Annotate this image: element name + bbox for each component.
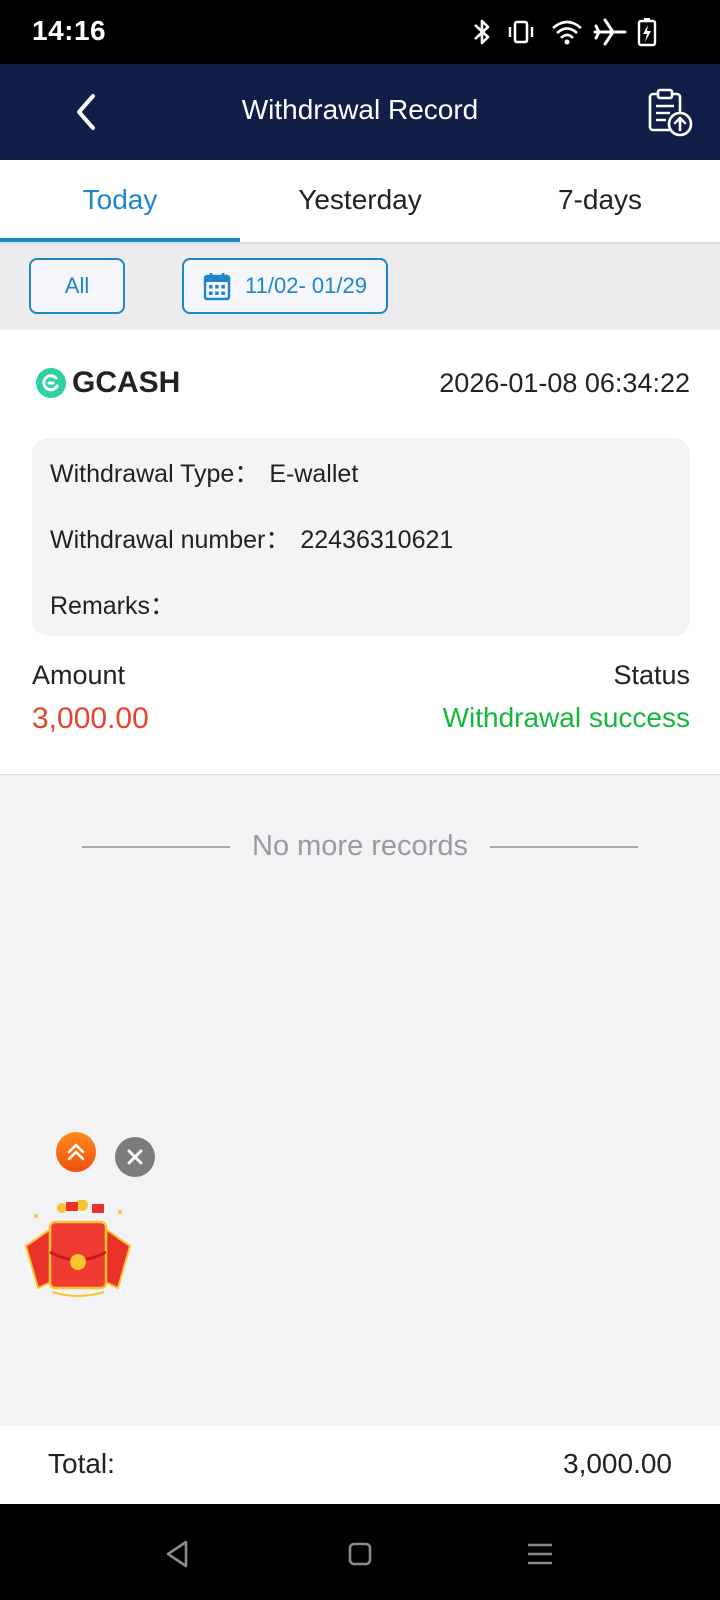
remarks-row: Remarks：: [50, 586, 175, 622]
system-nav-bar: [0, 1504, 720, 1600]
clipboard-upload-icon: [648, 88, 693, 137]
back-triangle-icon: [166, 1540, 188, 1568]
tab-today[interactable]: Today: [0, 160, 240, 242]
type-filter-button[interactable]: All: [29, 258, 125, 314]
close-widget-button[interactable]: [115, 1137, 155, 1177]
record-details: Withdrawal Type： E-wallet Withdrawal numb…: [32, 438, 690, 636]
gcash-logo-icon: [36, 368, 66, 398]
divider-right: [490, 846, 638, 848]
red-envelope-icon: [24, 1199, 132, 1297]
withdrawal-type-value: E-wallet: [269, 460, 359, 488]
calendar-icon: [203, 273, 231, 301]
double-chevron-up-icon: [67, 1143, 85, 1161]
status-label: Status: [613, 660, 690, 690]
close-icon: [127, 1149, 143, 1165]
withdrawal-number-value: 22436310621: [300, 526, 454, 554]
nav-recents-button[interactable]: [518, 1532, 562, 1576]
filter-bar: All 11/02- 01/29: [0, 244, 720, 330]
record-datetime: 2026-01-08 06:34:22: [439, 368, 690, 398]
tab-7-days[interactable]: 7-days: [480, 160, 720, 242]
nav-back-button[interactable]: [156, 1532, 200, 1576]
tab-yesterday[interactable]: Yesterday: [240, 160, 480, 242]
battery-charging-icon: [636, 16, 658, 48]
active-tab-indicator: [0, 238, 240, 242]
withdrawal-number-row: Withdrawal number： 22436310621: [50, 520, 453, 556]
amount-value: 3,000.00: [32, 702, 149, 735]
provider-name: GCASH: [72, 366, 181, 399]
remarks-label: Remarks：: [50, 592, 176, 620]
list-end-indicator: No more records: [0, 826, 720, 866]
status-time: 14:16: [32, 15, 107, 46]
nav-home-button[interactable]: [338, 1532, 382, 1576]
period-tabs: Today Yesterday 7-days: [0, 160, 720, 244]
amount-label: Amount: [32, 660, 126, 690]
expand-widget-button[interactable]: [56, 1132, 96, 1172]
total-label: Total:: [48, 1448, 115, 1479]
status-bar: 14:16: [0, 0, 720, 64]
withdrawal-number-label: Withdrawal number：: [50, 526, 291, 554]
wifi-icon: [550, 16, 584, 48]
total-value: 3,000.00: [563, 1448, 672, 1479]
withdrawal-type-row: Withdrawal Type： E-wallet: [50, 454, 358, 490]
export-records-button[interactable]: [646, 88, 696, 138]
bluetooth-icon: [470, 16, 494, 48]
vibrate-icon: [506, 16, 536, 48]
total-bar: Total: 3,000.00: [0, 1426, 720, 1504]
date-range-button[interactable]: 11/02- 01/29: [182, 258, 388, 314]
page-title: Withdrawal Record: [241, 94, 479, 125]
provider: GCASH: [36, 366, 180, 400]
date-range-label: 11/02- 01/29: [245, 273, 367, 298]
withdrawal-record-card[interactable]: GCASH 2026-01-08 06:34:22 Withdrawal Typ…: [0, 330, 720, 775]
withdrawal-type-label: Withdrawal Type：: [50, 460, 260, 488]
type-filter-label: All: [64, 273, 90, 298]
app-header: Withdrawal Record: [0, 64, 720, 160]
menu-lines-icon: [528, 1543, 552, 1565]
home-square-icon: [348, 1542, 372, 1566]
red-envelope-promo[interactable]: [22, 1199, 134, 1300]
airplane-mode-icon: [592, 16, 628, 48]
status-value: Withdrawal success: [442, 702, 690, 733]
